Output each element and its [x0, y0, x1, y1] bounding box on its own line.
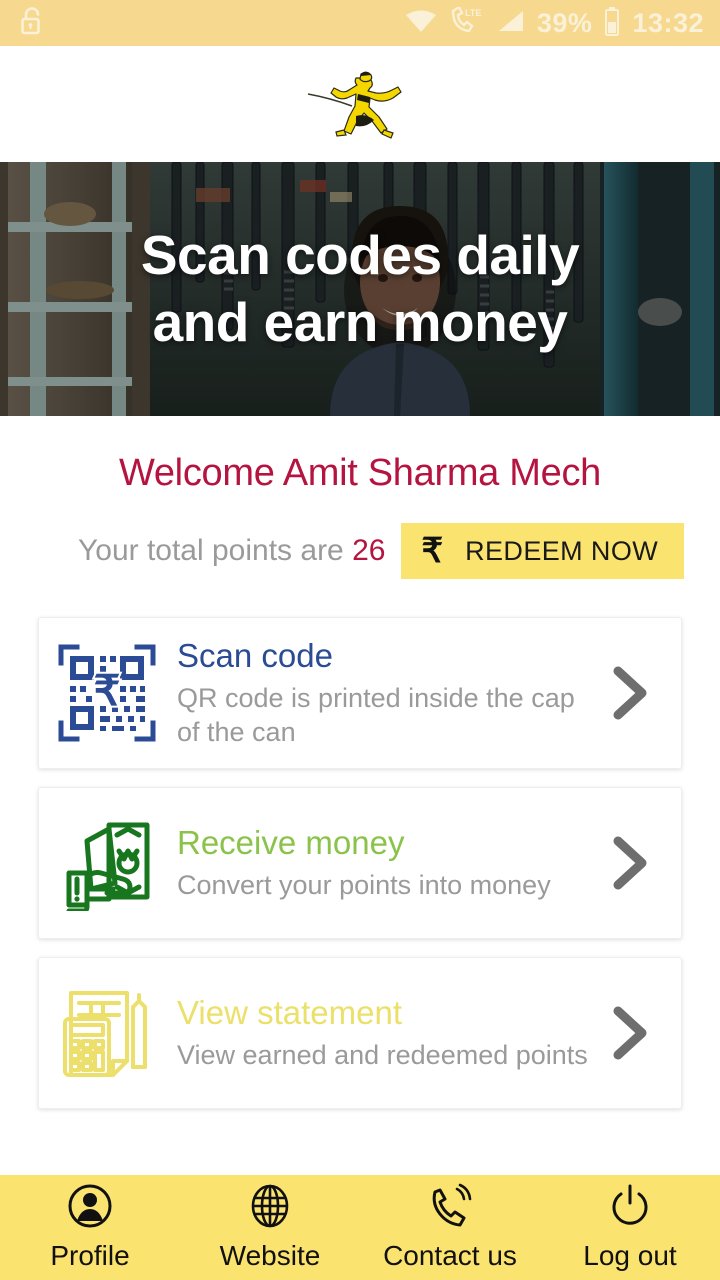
status-bar-clock: 13:32: [632, 7, 704, 38]
card-scan-code-title: Scan code: [177, 637, 333, 675]
martial-artist-logo: [300, 64, 420, 144]
bottom-navigation: Profile Website Contact us Log out: [0, 1175, 720, 1280]
nav-item-contact-us[interactable]: Contact us: [360, 1175, 540, 1280]
redeem-now-label: REDEEM NOW: [465, 535, 659, 566]
hand-holding-money-icon: [55, 815, 159, 911]
card-scan-code-body: Scan code QR code is printed inside the …: [159, 636, 593, 749]
globe-icon: [247, 1183, 293, 1234]
app-header: [0, 46, 720, 162]
nav-label-log-out: Log out: [583, 1240, 677, 1271]
card-receive-money-title: Receive money: [177, 824, 405, 862]
wifi-icon: [405, 8, 437, 39]
card-scan-code[interactable]: ₹ Scan code QR code is printed inside th…: [38, 617, 682, 769]
hero-banner: Scan codes daily and earn money: [0, 162, 720, 416]
card-view-statement-subtitle: View earned and redeemed points: [177, 1039, 588, 1070]
nav-item-log-out[interactable]: Log out: [540, 1175, 720, 1280]
chevron-right-icon[interactable]: [593, 663, 663, 723]
card-scan-code-subtitle: QR code is printed inside the cap of the…: [177, 683, 575, 747]
nav-label-contact-us: Contact us: [383, 1240, 517, 1271]
hero-title: Scan codes daily and earn money: [0, 162, 720, 416]
hero-title-line-2: and earn money: [152, 291, 568, 353]
signal-bars-icon: [495, 8, 525, 39]
points-label: Your total points are 26: [78, 534, 385, 568]
nav-label-website: Website: [219, 1240, 321, 1271]
status-bar-left: [18, 6, 46, 41]
status-bar: LTE 39% 13:32: [0, 0, 720, 46]
redeem-now-button[interactable]: ₹ REDEEM NOW: [401, 523, 685, 579]
nav-label-profile: Profile: [50, 1240, 130, 1271]
phone-ring-icon: [427, 1183, 473, 1234]
status-bar-right: LTE 39% 13:32: [405, 4, 704, 41]
chevron-right-icon[interactable]: [593, 1003, 663, 1063]
unlock-icon: [18, 6, 46, 41]
battery-percent: 39%: [536, 7, 593, 38]
points-row: Your total points are 26 ₹ REDEEM NOW: [0, 523, 720, 579]
card-receive-money-subtitle: Convert your points into money: [177, 869, 551, 900]
card-receive-money[interactable]: Receive money Convert your points into m…: [38, 787, 682, 939]
person-icon: [67, 1183, 113, 1234]
power-icon: [607, 1183, 653, 1234]
card-view-statement[interactable]: View statement View earned and redeemed …: [38, 957, 682, 1109]
hero-title-line-1: Scan codes daily: [140, 223, 580, 286]
card-view-statement-body: View statement View earned and redeemed …: [159, 993, 593, 1072]
points-value: 26: [352, 534, 386, 567]
nav-item-website[interactable]: Website: [180, 1175, 360, 1280]
battery-icon: [604, 6, 620, 41]
card-receive-money-body: Receive money Convert your points into m…: [159, 823, 593, 902]
calculator-statement-icon: [55, 983, 159, 1083]
points-label-text: Your total points are: [78, 534, 344, 567]
lte-call-icon: LTE: [449, 4, 483, 40]
action-card-list: ₹ Scan code QR code is printed inside th…: [0, 579, 720, 1109]
card-view-statement-title: View statement: [177, 994, 403, 1032]
nav-item-profile[interactable]: Profile: [0, 1175, 180, 1280]
chevron-right-icon[interactable]: [593, 833, 663, 893]
svg-text:₹: ₹: [94, 667, 121, 714]
svg-text:LTE: LTE: [465, 8, 481, 18]
welcome-message: Welcome Amit Sharma Mech: [118, 452, 602, 494]
qr-code-rupee-icon: ₹: [55, 643, 159, 743]
rupee-icon: ₹: [421, 532, 444, 570]
